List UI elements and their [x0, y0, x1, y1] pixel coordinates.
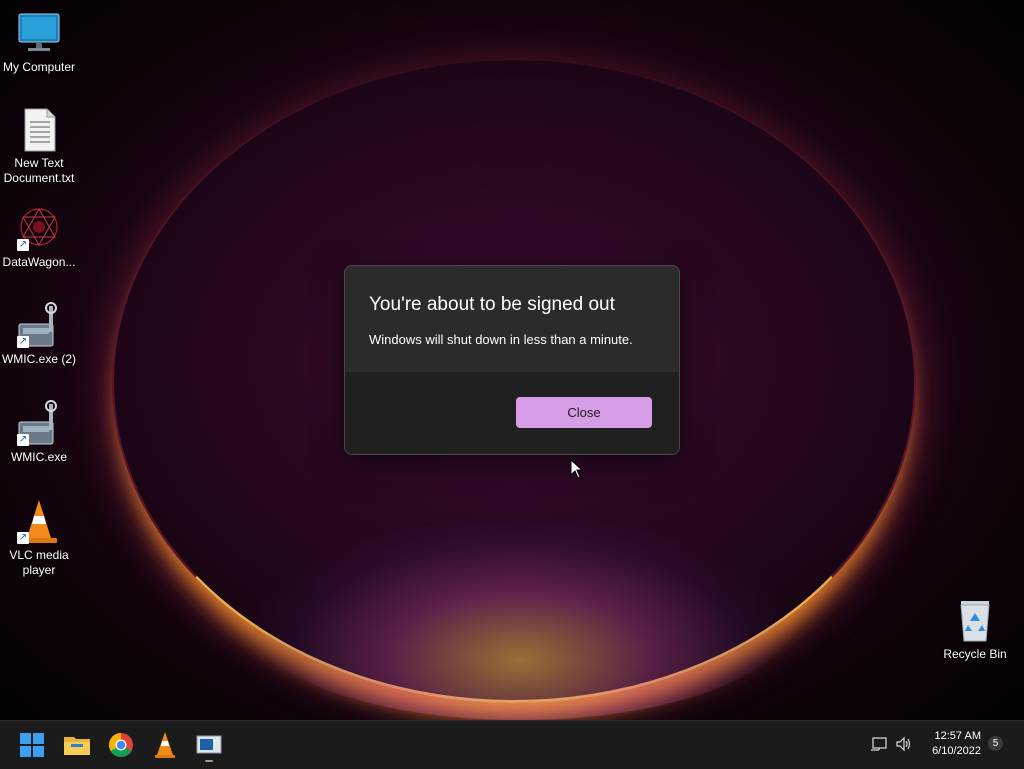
sign-out-dialog: You're about to be signed out Windows wi… — [344, 265, 680, 455]
volume-icon[interactable] — [895, 736, 913, 757]
chrome-icon — [105, 733, 137, 765]
desktop-icon-label: WMIC.exe (2) — [1, 352, 76, 366]
taskbar-vlc[interactable] — [149, 729, 181, 761]
notification-badge[interactable]: 5 — [988, 736, 1003, 751]
desktop-icon-label: WMIC.exe — [10, 450, 67, 464]
app-window-icon — [193, 735, 225, 765]
shortcut-arrow-icon: ↗ — [17, 532, 29, 544]
close-button[interactable]: Close — [516, 397, 652, 428]
file-explorer-icon — [61, 737, 93, 765]
dialog-message: Windows will shut down in less than a mi… — [369, 332, 633, 347]
desktop-icon-wmic-2[interactable]: ↗ WMIC.exe (2) — [0, 302, 79, 367]
start-button[interactable] — [16, 729, 48, 761]
clock-time: 12:57 AM — [934, 730, 981, 742]
windows-start-icon — [16, 733, 48, 765]
running-indicator — [205, 760, 213, 762]
wmic-app-icon: ↗ — [15, 302, 63, 350]
desktop-icon-label: New Text Document.txt — [3, 156, 75, 185]
taskbar-app-window[interactable] — [193, 729, 225, 765]
desktop-icon-label: My Computer — [2, 60, 76, 74]
taskbar-file-explorer[interactable] — [61, 729, 93, 761]
dialog-footer: Close — [345, 372, 679, 454]
wmic-app-icon: ↗ — [15, 400, 63, 448]
desktop-icon-my-computer[interactable]: My Computer — [0, 10, 79, 75]
taskbar: 12:57 AM 6/10/2022 — [0, 720, 1024, 769]
mouse-cursor-icon — [570, 458, 584, 484]
datawagon-app-icon: ↗ — [15, 205, 63, 253]
desktop-icon-label: DataWagon... — [2, 255, 76, 269]
desktop-icon-label: VLC media player — [9, 548, 69, 577]
desktop-icon-vlc[interactable]: ↗ VLC media player — [0, 498, 79, 578]
clock[interactable]: 12:57 AM 6/10/2022 — [932, 729, 981, 759]
dialog-title: You're about to be signed out — [369, 294, 615, 315]
desktop-icon-label: Recycle Bin — [943, 647, 1007, 661]
monitor-icon — [15, 10, 63, 58]
text-file-icon — [15, 106, 63, 154]
desktop-icon-wmic[interactable]: ↗ WMIC.exe — [0, 400, 79, 465]
recycle-bin-icon — [951, 597, 999, 645]
shortcut-arrow-icon: ↗ — [17, 239, 29, 251]
desktop-icon-new-text-document[interactable]: New Text Document.txt — [0, 106, 79, 186]
taskbar-chrome[interactable] — [105, 729, 137, 761]
clock-date: 6/10/2022 — [932, 745, 981, 757]
desktop-icon-recycle-bin[interactable]: Recycle Bin — [935, 597, 1015, 662]
shortcut-arrow-icon: ↗ — [17, 336, 29, 348]
network-icon[interactable] — [870, 736, 888, 757]
vlc-icon — [149, 732, 181, 765]
desktop-icon-datawagon[interactable]: ↗ DataWagon... — [0, 205, 79, 270]
vlc-cone-icon: ↗ — [15, 498, 63, 546]
wallpaper-glow-base — [250, 520, 790, 720]
shortcut-arrow-icon: ↗ — [17, 434, 29, 446]
